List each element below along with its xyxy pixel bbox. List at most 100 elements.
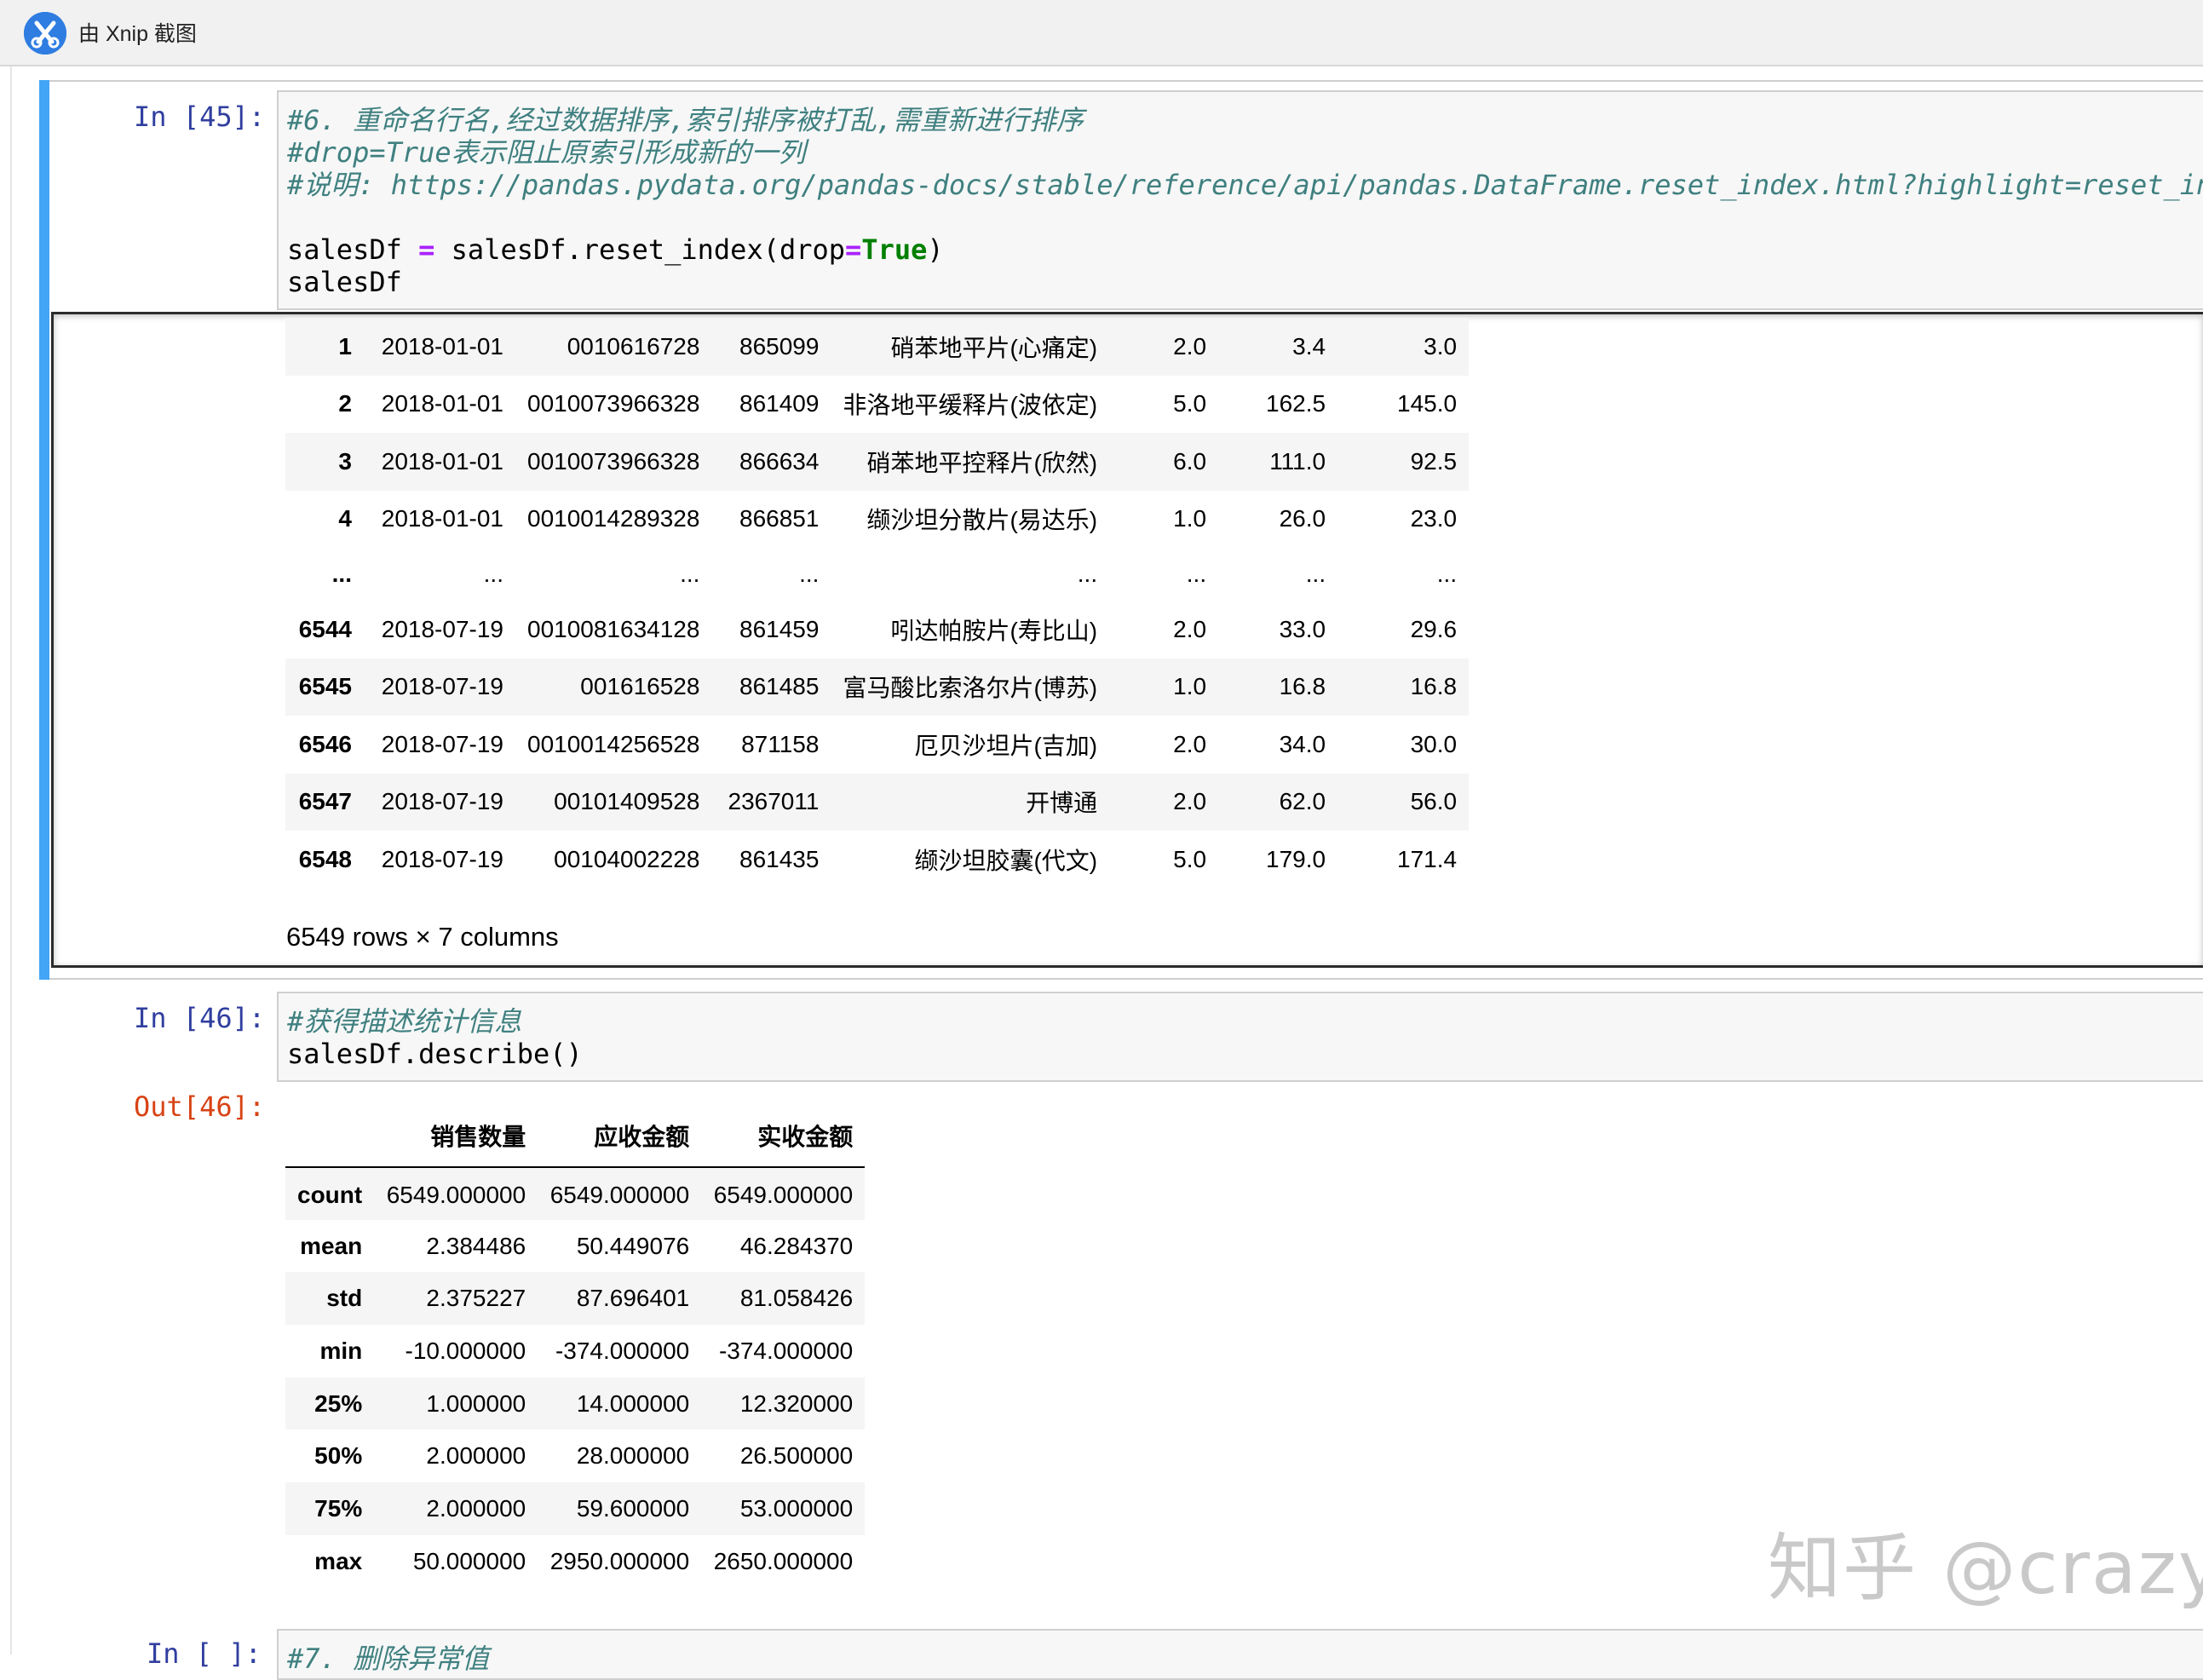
table-cell: 5.0 (1173, 845, 1207, 872)
table-cell: 861459 (739, 615, 820, 642)
table-cell: 26.0 (1279, 505, 1326, 532)
code-token: salesDf (287, 233, 419, 266)
table-cell: 23.0 (1410, 505, 1458, 532)
cell-46-in-prompt: In [46]: (134, 1002, 266, 1034)
table-cell: 861435 (739, 845, 820, 872)
table-cell: 1.0 (1173, 505, 1207, 532)
describe-value: 26.500000 (739, 1442, 854, 1470)
table-cell: 2.0 (1173, 788, 1207, 815)
cell-47-in-prompt: In [ ]: (147, 1637, 262, 1670)
code-token: salesDf.reset_index(drop (434, 233, 846, 266)
code-comment-line: #说明: https://pandas.pydata.org/pandas-do… (287, 169, 2203, 201)
describe-value: 87.696401 (576, 1285, 690, 1312)
table-cell: 2018-07-19 (381, 730, 503, 757)
table-cell: 2018-07-19 (381, 845, 503, 872)
describe-value: 12.320000 (739, 1389, 854, 1417)
describe-value: 2.375227 (426, 1285, 526, 1312)
describe-row: 75% 2.000000 59.600000 53.000000 (285, 1482, 866, 1535)
describe-stat-label: 75% (314, 1494, 363, 1522)
describe-stat-label: 25% (314, 1389, 363, 1417)
describe-row: count 6549.000000 6549.000000 6549.000000 (285, 1167, 866, 1220)
describe-row: min -10.000000 -374.000000 -374.000000 (285, 1325, 865, 1378)
table-cell: 111.0 (1269, 447, 1326, 475)
describe-corner (285, 1119, 375, 1168)
table-cell: 56.0 (1410, 788, 1458, 815)
table-cell: 29.6 (1410, 615, 1458, 642)
table-cell: 2.0 (1173, 615, 1207, 642)
describe-value: 53.000000 (739, 1494, 854, 1522)
table-cell: 179.0 (1266, 845, 1326, 872)
describe-stat-label: mean (300, 1232, 363, 1259)
table-cell: 0010616728 (567, 332, 700, 360)
table-cell: 缬沙坦分散片(易达乐) (866, 507, 1098, 534)
describe-stat-label: 50% (314, 1442, 363, 1470)
row-index: 2 (338, 390, 352, 417)
describe-value: 59.600000 (576, 1494, 690, 1522)
table-cell: 00104002228 (554, 845, 700, 872)
table-cell: 2018-07-19 (381, 788, 503, 815)
table-cell: 00101409528 (554, 788, 700, 815)
describe-table: 销售数量 应收金额 实收金额 count 6549.000000 6549.0000… (285, 1119, 866, 1588)
code-line: salesDf (287, 266, 402, 298)
table-cell: 162.5 (1266, 390, 1326, 417)
describe-value: 14.000000 (576, 1389, 690, 1417)
table-row: 6547 2018-07-19 00101409528 2367011 开博通 2.0 62… (285, 773, 1470, 831)
notebook-left-edge (10, 66, 12, 1654)
table-cell: ... (799, 561, 820, 587)
describe-row: 25% 1.000000 14.000000 12.320000 (285, 1377, 866, 1430)
table-cell: 16.8 (1279, 673, 1326, 700)
table-cell: 2018-07-19 (381, 673, 503, 700)
row-index: ... (331, 561, 352, 587)
code-comment-line: #7. 删除异常值 (287, 1643, 490, 1675)
table-cell: 171.4 (1397, 845, 1458, 872)
table-cell: 861485 (739, 673, 820, 700)
describe-value: 2.000000 (426, 1494, 526, 1522)
describe-col-header: 应收金额 (538, 1119, 702, 1168)
cell-46-code-editor[interactable]: #获得描述统计信息 salesDf.describe() (277, 992, 2203, 1082)
table-cell: ... (1186, 561, 1207, 587)
describe-value: -10.000000 (405, 1337, 526, 1364)
table-cell: 0010073966328 (527, 390, 700, 417)
describe-value: 81.058426 (739, 1285, 854, 1312)
app-title: 由 Xnip 截图 (78, 22, 197, 46)
table-cell: ... (680, 561, 700, 587)
row-index: 6545 (298, 673, 352, 700)
table-cell: 缬沙坦胶囊(代文) (914, 847, 1098, 874)
table-cell: 开博通 (1026, 790, 1098, 817)
row-index: 1 (338, 332, 352, 360)
describe-value: 46.284370 (739, 1232, 854, 1259)
table-row: 3 2018-01-01 0010073966328 866634 硝苯地平控释片(欣然… (285, 433, 1470, 491)
cell-47-code-editor[interactable]: #7. 删除异常值 (277, 1629, 2203, 1680)
describe-value: 6549.000000 (713, 1182, 854, 1209)
cell-45-output-scroll[interactable]: 1 2018-01-01 0010616728 865099 硝苯地平片(心痛定) 2.0… (51, 312, 2203, 968)
dataframe-shape: 6549 rows × 7 columns (286, 922, 559, 952)
table-cell: 富马酸比索洛尔片(博苏) (843, 675, 1098, 702)
table-cell: 866634 (739, 447, 820, 475)
describe-stat-label: count (297, 1182, 363, 1209)
table-cell: 厄贝沙坦片(吉加) (914, 732, 1098, 759)
row-index: 6546 (298, 730, 352, 757)
describe-stat-label: min (319, 1337, 363, 1364)
table-row: 1 2018-01-01 0010616728 865099 硝苯地平片(心痛定) 2.0… (285, 318, 1470, 376)
table-cell: 861409 (739, 390, 820, 417)
table-cell: 2018-01-01 (381, 332, 503, 360)
code-operator: = (845, 233, 862, 266)
table-cell: 33.0 (1279, 615, 1326, 642)
table-cell: 866851 (739, 505, 820, 532)
code-comment-line: #6. 重命名行名,经过数据排序,索引排序被打乱,需重新进行排序 (287, 104, 1084, 136)
describe-value: 2.000000 (426, 1442, 526, 1470)
row-index: 6544 (298, 615, 352, 642)
table-cell: ... (1305, 561, 1326, 587)
describe-value: 2950.000000 (549, 1547, 690, 1574)
table-row: 6548 2018-07-19 00104002228 861435 缬沙坦胶囊(代文)… (285, 831, 1469, 889)
describe-value: 28.000000 (576, 1442, 690, 1470)
cell-45-code-editor[interactable]: #6. 重命名行名,经过数据排序,索引排序被打乱,需重新进行排序 #drop=T… (277, 90, 2203, 310)
describe-row: std 2.375227 87.696401 81.058426 (285, 1272, 866, 1326)
table-cell: ... (483, 561, 503, 587)
code-comment-line: #drop=True表示阻止原索引形成新的一列 (287, 136, 806, 169)
table-cell: ... (1436, 561, 1458, 587)
table-cell: 0010081634128 (527, 615, 700, 642)
cell-46-out-prompt: Out[46]: (134, 1090, 266, 1123)
xnip-title-bar: 由 Xnip 截图 (0, 0, 2203, 66)
table-row: 6546 2018-07-19 0010014256528 871158 厄贝沙坦片(吉… (285, 716, 1469, 774)
